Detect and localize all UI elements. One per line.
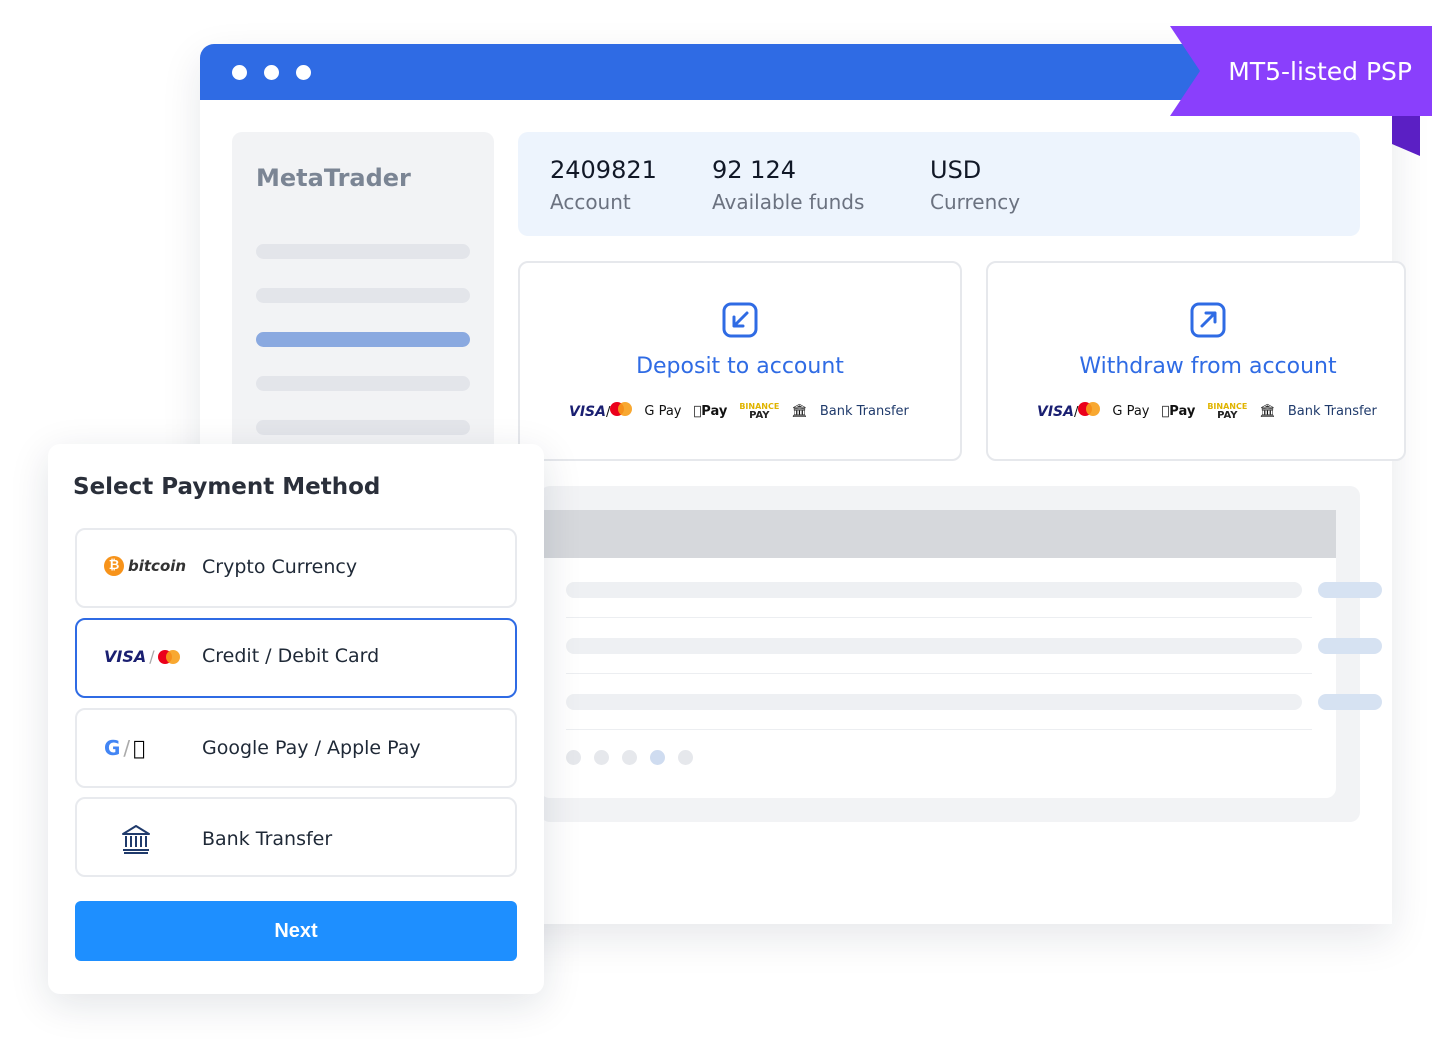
option-label: Google Pay / Apple Pay (202, 737, 421, 759)
bank-transfer-label: Bank Transfer (1280, 403, 1377, 419)
pagination-dot-active[interactable] (650, 750, 665, 765)
deposit-title[interactable]: Deposit to account (518, 354, 962, 379)
visa-mastercard-logo: VISA/ (569, 402, 633, 420)
next-button[interactable]: Next (75, 901, 517, 961)
visa-mastercard-logo: VISA/ (1037, 402, 1101, 420)
google-icon: G (104, 736, 121, 760)
psp-ribbon-label: MT5-listed PSP (1228, 56, 1412, 86)
pagination-dot[interactable] (622, 750, 637, 765)
google-pay-logo: G Pay (644, 403, 682, 419)
apple-icon:  (133, 736, 145, 760)
apple-pay-logo: Pay (1161, 403, 1195, 419)
table-row (566, 638, 1302, 654)
pagination-dot[interactable] (566, 750, 581, 765)
option-label: Bank Transfer (202, 828, 333, 850)
option-label: Credit / Debit Card (202, 645, 380, 667)
currency-value: USD (930, 156, 982, 184)
available-funds: 92 124 (712, 156, 796, 184)
account-number: 2409821 (550, 156, 657, 184)
withdraw-methods: VISA/ G Pay Pay BINANCEPAY 🏛 Bank Trans… (1037, 402, 1377, 421)
row-divider (566, 673, 1312, 674)
window-dot-icon (296, 65, 311, 80)
google-pay-logo: G Pay (1112, 403, 1150, 419)
pagination-dot[interactable] (594, 750, 609, 765)
withdraw-title[interactable]: Withdraw from account (986, 354, 1430, 379)
withdraw-icon (1190, 302, 1226, 338)
google-apple-logo: G/ (104, 736, 145, 760)
sidebar-item[interactable] (256, 420, 470, 435)
currency-label: Currency (930, 190, 1021, 214)
bank-icon (122, 825, 150, 854)
ribbon-fold (1392, 116, 1420, 156)
table-header (540, 510, 1336, 558)
available-funds-label: Available funds (712, 190, 865, 214)
table-row (566, 694, 1302, 710)
bank-transfer-label: Bank Transfer (812, 403, 909, 419)
row-divider (566, 729, 1312, 730)
table-row (566, 582, 1302, 598)
sidebar-item[interactable] (256, 244, 470, 259)
row-status-pill (1318, 638, 1382, 654)
bank-icon: 🏛 (783, 403, 808, 419)
option-label: Crypto Currency (202, 556, 358, 578)
window-dot-icon (232, 65, 247, 80)
deposit-icon (722, 302, 758, 338)
bank-icon: 🏛 (1251, 403, 1276, 419)
sidebar-item[interactable] (256, 376, 470, 391)
deposit-methods: VISA/ G Pay Pay BINANCEPAY 🏛 Bank Trans… (569, 402, 909, 421)
row-status-pill (1318, 582, 1382, 598)
binance-pay-logo: BINANCE PAY (1199, 402, 1247, 421)
bitcoin-logo: ₿ bitcoin (104, 556, 186, 576)
apple-pay-logo: Pay (693, 403, 727, 419)
binance-pay-logo: BINANCE PAY (731, 402, 779, 421)
bitcoin-icon: ₿ (104, 556, 124, 576)
sidebar-title: MetaTrader (256, 164, 411, 192)
sidebar-item-active[interactable] (256, 332, 470, 347)
modal-title: Select Payment Method (73, 474, 381, 500)
account-label: Account (550, 190, 631, 214)
row-divider (566, 617, 1312, 618)
visa-mastercard-logo: VISA/ (104, 647, 180, 666)
sidebar-item[interactable] (256, 288, 470, 303)
row-status-pill (1318, 694, 1382, 710)
pagination-dot[interactable] (678, 750, 693, 765)
window-dot-icon (264, 65, 279, 80)
account-summary (518, 132, 1360, 236)
